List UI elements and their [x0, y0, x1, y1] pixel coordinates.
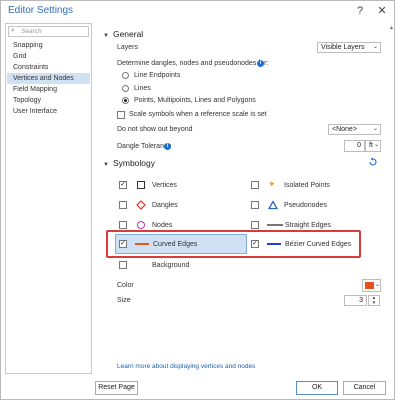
editor-settings-window: Editor Settings ? ✕ ⌕ Search Snapping Gr… [0, 0, 395, 400]
close-button[interactable]: ✕ [374, 4, 390, 18]
background-label: Background [152, 262, 190, 269]
chevron-down-icon: ⌄ [372, 44, 378, 50]
sidebar-item-snapping[interactable]: Snapping [7, 40, 90, 51]
scale-symbols-label: Scale symbols when a reference scale is … [129, 111, 267, 118]
help-button[interactable]: ? [352, 4, 368, 18]
determine-label: Determine dangles, nodes and pseudonodes… [117, 60, 269, 67]
dangles-label: Dangles [152, 202, 178, 209]
option-lines: Lines [134, 85, 151, 92]
option-points-multipoints-lines-polygons: Points, Multipoints, Lines and Polygons [134, 97, 256, 104]
symbology-heading: Symbology [112, 158, 156, 168]
info-icon[interactable]: i [164, 143, 171, 150]
learn-more-link[interactable]: Learn more about displaying vertices and… [117, 363, 255, 370]
sidebar-item-user-interface[interactable]: User Interface [7, 106, 90, 117]
sidebar-item-topology[interactable]: Topology [7, 95, 90, 106]
chevron-down-icon: ▼ [103, 33, 109, 39]
sidebar-item-grid[interactable]: Grid [7, 51, 90, 62]
vertex-square-icon [137, 181, 145, 189]
dangle-diamond-icon [136, 200, 146, 210]
settings-sidebar: ⌕ Search Snapping Grid Constraints Verti… [5, 23, 92, 374]
dangle-tolerance-input[interactable]: 0 [344, 140, 365, 152]
title-bar: Editor Settings ? ✕ [1, 1, 394, 22]
symbology-section-header[interactable]: ▼ Symbology [103, 158, 155, 168]
chevron-down-icon: ⌄ [373, 142, 379, 148]
scroll-up-icon[interactable]: ▲ [389, 25, 394, 31]
isolated-point-icon: ✦ [268, 179, 276, 189]
nodes-label: Nodes [152, 222, 173, 229]
reset-symbology-icon[interactable] [368, 157, 378, 167]
vertices-checkbox[interactable]: ✓ [119, 181, 127, 189]
search-icon: ⌕ [11, 27, 15, 34]
color-picker[interactable]: ⌄ [362, 279, 381, 292]
color-label: Color [117, 282, 134, 289]
option-line-endpoints: Line Endpoints [134, 72, 181, 79]
chevron-down-icon: ▼ [103, 162, 109, 168]
dangle-unit-dropdown[interactable]: ft ⌄ [365, 140, 381, 152]
chevron-down-icon: ⌄ [372, 126, 378, 132]
color-swatch [365, 282, 374, 289]
background-checkbox[interactable] [119, 261, 127, 269]
size-stepper[interactable]: ▲ ▼ [368, 295, 380, 306]
dangle-unit-value: ft [369, 142, 373, 149]
radio-points-multipoints-lines-polygons[interactable] [122, 97, 129, 104]
pseudonode-triangle-icon [268, 200, 278, 210]
pseudonodes-label: Pseudonodes [284, 202, 327, 209]
radio-line-endpoints[interactable] [122, 72, 129, 79]
layers-dropdown[interactable]: Visible Layers ⌄ [317, 42, 381, 53]
straight-edges-checkbox[interactable] [251, 221, 259, 229]
layers-dropdown-value: Visible Layers [321, 44, 365, 51]
cancel-button[interactable]: Cancel [343, 381, 386, 395]
scale-symbols-checkbox[interactable] [117, 111, 125, 119]
sidebar-item-field-mapping[interactable]: Field Mapping [7, 84, 90, 95]
size-input[interactable]: 3 [344, 295, 367, 306]
general-section-header[interactable]: ▼ General [103, 29, 143, 39]
size-label: Size [117, 297, 131, 304]
chevron-down-icon: ⌄ [375, 282, 381, 288]
isolated-points-checkbox[interactable] [251, 181, 259, 189]
info-icon[interactable]: i [257, 60, 264, 67]
search-input[interactable]: ⌕ Search [8, 26, 89, 37]
donot-show-value: <None> [332, 126, 357, 133]
layers-label: Layers [117, 44, 139, 51]
window-title: Editor Settings [8, 5, 74, 16]
nodes-checkbox[interactable] [119, 221, 127, 229]
annotation-highlight-box [106, 230, 361, 258]
radio-lines[interactable] [122, 85, 129, 92]
search-placeholder: Search [21, 28, 42, 35]
reset-page-button[interactable]: Reset Page [95, 381, 138, 395]
straight-edge-line-icon [267, 224, 283, 226]
general-heading: General [112, 29, 144, 39]
vertices-label: Vertices [152, 182, 177, 189]
node-circle-icon [137, 221, 145, 229]
ok-button[interactable]: OK [296, 381, 338, 395]
isolated-points-label: Isolated Points [284, 182, 330, 189]
donot-show-label: Do not show out beyond [117, 126, 193, 133]
donot-show-dropdown[interactable]: <None> ⌄ [328, 124, 381, 135]
sidebar-item-vertices-and-nodes[interactable]: Vertices and Nodes [7, 73, 90, 84]
dangles-checkbox[interactable] [119, 201, 127, 209]
pseudonodes-checkbox[interactable] [251, 201, 259, 209]
straight-edges-label: Straight Edges [285, 222, 331, 229]
sidebar-item-constraints[interactable]: Constraints [7, 62, 90, 73]
